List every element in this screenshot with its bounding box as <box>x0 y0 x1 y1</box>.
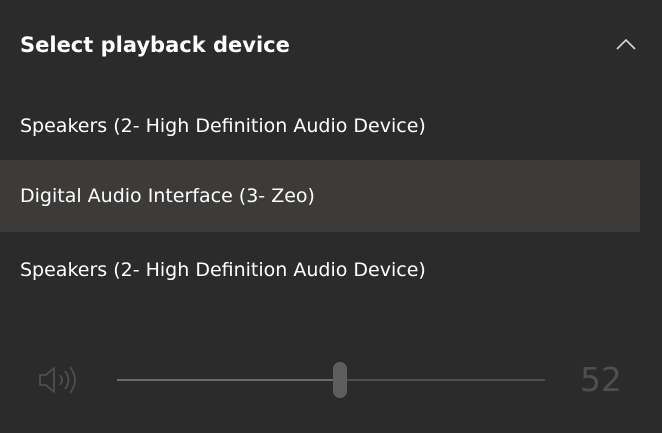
device-item-label: Speakers (2- High Definition Audio Devic… <box>20 115 426 137</box>
speaker-icon[interactable] <box>36 364 88 396</box>
playback-device-flyout: Select playback device Speakers (2- High… <box>0 0 662 433</box>
volume-control: 52 <box>0 350 662 410</box>
slider-thumb[interactable] <box>332 362 347 398</box>
header-title: Select playback device <box>20 33 290 57</box>
device-item-speakers-2[interactable]: Speakers (2- High Definition Audio Devic… <box>0 234 640 306</box>
volume-value: 52 <box>580 360 622 399</box>
device-selector-header[interactable]: Select playback device <box>0 0 662 90</box>
volume-slider[interactable] <box>117 362 545 398</box>
device-item-label: Digital Audio Interface (3- Zeo) <box>20 185 315 207</box>
device-item-speakers-1[interactable]: Speakers (2- High Definition Audio Devic… <box>0 90 640 162</box>
device-item-label: Speakers (2- High Definition Audio Devic… <box>20 259 426 281</box>
chevron-up-icon[interactable] <box>614 34 638 54</box>
device-item-digital-audio-interface[interactable]: Digital Audio Interface (3- Zeo) <box>0 160 640 232</box>
slider-fill <box>117 379 340 381</box>
